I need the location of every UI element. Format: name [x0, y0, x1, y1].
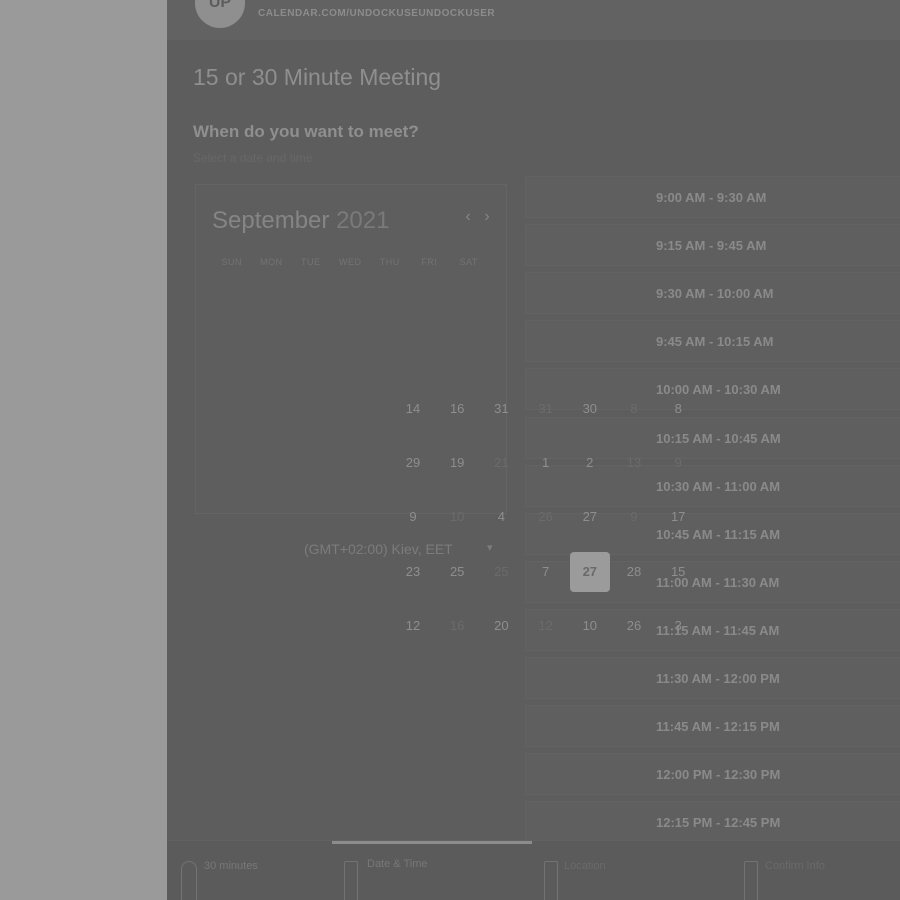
time-slot-button[interactable]: 11:45 AM - 12:15 PM: [525, 705, 900, 748]
time-slot-label: 9:45 AM - 10:15 AM: [656, 334, 774, 350]
weekday-label: MON: [260, 257, 283, 267]
location-icon: [544, 861, 558, 900]
calendar-day[interactable]: 14: [393, 389, 433, 429]
time-slot-label: 11:45 AM - 12:15 PM: [656, 719, 780, 735]
calendar-day[interactable]: 4: [481, 497, 521, 537]
calendar-day[interactable]: 31: [481, 389, 521, 429]
month-label: September: [212, 207, 330, 234]
calendar-day: 12: [538, 617, 553, 633]
calendar-day[interactable]: 29: [393, 443, 433, 483]
time-slot-button[interactable]: 11:30 AM - 12:00 PM: [525, 657, 900, 699]
calendar-day[interactable]: 27: [570, 497, 610, 537]
chevron-left-icon[interactable]: ‹: [461, 207, 475, 227]
calendar-day: 10: [449, 509, 465, 525]
calendar-day: 26: [538, 509, 553, 525]
calendar-day[interactable]: 20: [481, 606, 521, 646]
section-subtitle: Select a date and time: [193, 151, 313, 165]
page-title: 15 or 30 Minute Meeting: [193, 64, 442, 90]
calendar-day[interactable]: 2: [570, 443, 610, 483]
calendar-day: 9: [630, 509, 638, 525]
calendar-day: 13: [626, 455, 642, 471]
time-slot-button[interactable]: 9:00 AM - 9:30 AM: [525, 176, 900, 218]
calendar-day[interactable]: 25: [437, 552, 477, 592]
step-location[interactable]: Location: [564, 860, 606, 872]
calendar-day: 8: [630, 401, 638, 416]
calendar-day[interactable]: 10: [570, 606, 610, 646]
weekday-header: SUN MON TUE WED THU FRI SAT: [212, 257, 489, 267]
time-slot-label: 11:30 AM - 12:00 PM: [656, 671, 780, 686]
calendar-day[interactable]: 16: [437, 389, 477, 429]
time-slot-label: 9:30 AM - 10:00 AM: [656, 286, 774, 302]
month-year-label: September 2021: [212, 207, 389, 235]
weekday-label: FRI: [421, 257, 438, 267]
avatar: UP: [195, 0, 245, 28]
weekday-label: THU: [379, 257, 400, 267]
weekday-label: SUN: [221, 257, 242, 267]
calendar-day[interactable]: 12: [393, 606, 433, 646]
time-slot-button[interactable]: 12:00 PM - 12:30 PM: [525, 753, 900, 796]
calendar-day[interactable]: 28: [614, 552, 654, 592]
weekday-label: SAT: [459, 257, 478, 267]
calendar-day[interactable]: 8: [658, 389, 698, 429]
time-slot-button[interactable]: 9:30 AM - 10:00 AM: [525, 272, 900, 315]
left-gutter: [0, 0, 167, 900]
calendar-day[interactable]: 30: [570, 389, 610, 429]
calendar-day[interactable]: 1: [526, 443, 566, 483]
calendar-day[interactable]: 9: [393, 497, 433, 537]
calendar-day: 9: [674, 455, 682, 471]
confirm-icon: [744, 861, 758, 900]
active-step-indicator: [332, 841, 532, 844]
calendar-day[interactable]: 17: [658, 497, 698, 537]
step-date-time[interactable]: Date & Time: [367, 858, 428, 870]
weekday-label: TUE: [301, 257, 321, 267]
calendar-days: 14 16 31 31 30 8 8 29 19 21 1 2 13 9 9 10 4 26 27 9 17 23 25 25…: [393, 385, 703, 655]
year-label: 2021: [336, 207, 390, 234]
calendar-url[interactable]: CALENDAR.COM/UNDOCKUSEUNDOCKUSER: [258, 8, 495, 19]
step-confirm-info[interactable]: Confirm Info: [765, 860, 825, 872]
calendar-day[interactable]: 19: [437, 443, 477, 483]
calendar-day-selected[interactable]: 27: [569, 551, 610, 592]
header-bar: UP CALENDAR.COM/UNDOCKUSEUNDOCKUSER: [167, 0, 900, 40]
weekday-label: WED: [339, 257, 362, 267]
calendar-icon: [344, 861, 358, 900]
calendar-day: 21: [494, 455, 509, 471]
clock-icon: [181, 861, 197, 900]
calendar-day[interactable]: 23: [393, 552, 433, 592]
calendar-day[interactable]: 26: [614, 606, 654, 646]
time-slot-label: 12:15 PM - 12:45 PM: [656, 815, 781, 831]
time-slot-button[interactable]: 12:15 PM - 12:45 PM: [525, 801, 900, 844]
calendar-day: 25: [494, 563, 509, 579]
step-bar: 30 minutes Date & Time Location Confirm …: [167, 840, 900, 900]
step-duration[interactable]: 30 minutes: [204, 860, 258, 872]
chevron-right-icon[interactable]: ›: [480, 207, 494, 227]
calendar-day: 31: [538, 401, 553, 416]
time-slot-label: 9:15 AM - 9:45 AM: [656, 238, 767, 254]
time-slot-button[interactable]: 9:15 AM - 9:45 AM: [525, 224, 900, 267]
calendar-day[interactable]: 3: [658, 606, 698, 646]
section-heading: When do you want to meet?: [193, 122, 419, 141]
calendar-day[interactable]: 15: [658, 552, 698, 592]
time-slot-label: 9:00 AM - 9:30 AM: [656, 190, 767, 205]
time-slot-label: 12:00 PM - 12:30 PM: [656, 767, 781, 783]
calendar-day: 16: [449, 617, 465, 633]
time-slot-button[interactable]: 9:45 AM - 10:15 AM: [525, 320, 900, 363]
calendar-day[interactable]: 7: [526, 552, 566, 592]
